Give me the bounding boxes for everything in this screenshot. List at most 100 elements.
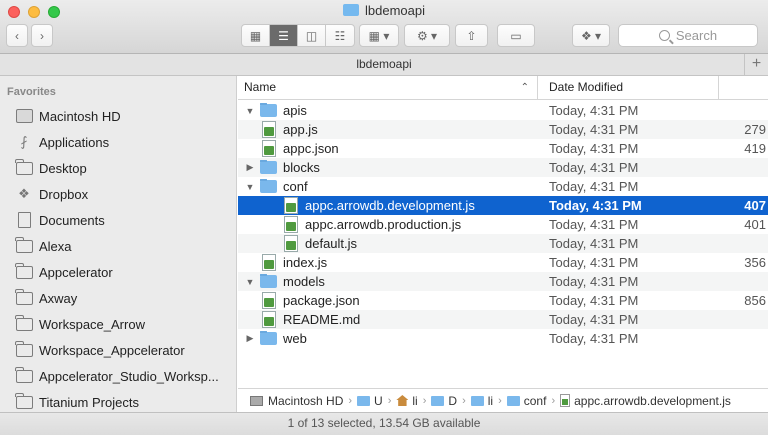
tab-title[interactable]: lbdemoapi <box>356 57 411 71</box>
sidebar-item[interactable]: Workspace_Appcelerator <box>0 337 236 363</box>
file-icon <box>284 235 298 252</box>
folder-icon <box>506 395 520 406</box>
dropbox-button[interactable]: ❖ ▾ <box>572 24 610 47</box>
file-icon <box>262 254 276 271</box>
file-row[interactable]: ▼ models Today, 4:31 PM <box>238 272 768 291</box>
folder-icon <box>15 392 33 410</box>
tags-button[interactable]: ▭ <box>497 24 535 47</box>
sidebar: Favorites Macintosh HD ⨏ Applications Deskt… <box>0 76 237 412</box>
path-item-home[interactable]: li <box>396 394 418 408</box>
file-icon <box>262 121 276 138</box>
file-row[interactable]: appc.json Today, 4:31 PM 419 <box>238 139 768 158</box>
status-bar: 1 of 13 selected, 13.54 GB available <box>0 412 768 435</box>
disclosure-collapsed-icon[interactable]: ▶ <box>244 333 256 344</box>
file-row[interactable]: appc.arrowdb.development.js Today, 4:31 P… <box>238 196 768 215</box>
file-row[interactable]: ▶ blocks Today, 4:31 PM <box>238 158 768 177</box>
disclosure-expanded-icon[interactable]: ▼ <box>244 277 256 287</box>
icon-view-button[interactable]: ▦ <box>242 25 270 46</box>
file-row[interactable]: package.json Today, 4:31 PM 856 <box>238 291 768 310</box>
file-date: Today, 4:31 PM <box>549 274 639 289</box>
new-tab-button[interactable]: + <box>744 54 768 75</box>
file-date: Today, 4:31 PM <box>549 217 639 232</box>
share-icon: ⇧ <box>466 28 477 43</box>
path-l-label: li <box>487 393 494 408</box>
sidebar-item-label: Workspace_Arrow <box>39 316 145 332</box>
sidebar-item[interactable]: Alexa <box>0 233 236 259</box>
column-header-date[interactable]: Date Modified <box>538 76 719 99</box>
disclosure-expanded-icon[interactable]: ▼ <box>244 106 256 116</box>
file-name: blocks <box>283 160 320 175</box>
folder-icon <box>260 331 277 345</box>
path-item-users[interactable]: U <box>357 394 383 408</box>
file-name-cell: index.js <box>238 254 538 271</box>
file-row[interactable]: ▼ apis Today, 4:31 PM <box>238 101 768 120</box>
file-list: Name ⌃ Date Modified ▼ apis Today, 4:31 PM a… <box>238 76 768 388</box>
file-name: appc.arrowdb.development.js <box>305 198 475 213</box>
window-title-text: lbdemoapi <box>365 3 425 18</box>
sidebar-item[interactable]: Axway <box>0 285 236 311</box>
applications-icon: ⨏ <box>20 134 28 149</box>
path-separator: › <box>387 394 392 407</box>
column-header-size[interactable] <box>719 76 768 99</box>
sidebar-heading: Favorites <box>7 86 56 98</box>
file-row[interactable]: ▶ web Today, 4:31 PM <box>238 329 768 348</box>
path-item-hd[interactable]: Macintosh HD <box>250 394 343 408</box>
path-item-l[interactable]: li <box>470 393 494 408</box>
sidebar-item[interactable]: Macintosh HD <box>0 103 236 129</box>
sidebar-item-label: Dropbox <box>39 186 89 202</box>
coverflow-view-button[interactable]: ☷ <box>326 25 354 46</box>
columns-icon: ◫ <box>305 28 318 43</box>
share-button[interactable]: ⇧ <box>455 24 488 47</box>
sidebar-item-label: Desktop <box>39 160 87 176</box>
file-size: 279 <box>744 122 766 137</box>
sidebar-item[interactable]: ⨏ Applications <box>0 129 236 155</box>
action-button[interactable]: ⚙ ▾ <box>404 24 450 47</box>
hard-drive-icon <box>15 108 33 124</box>
coverflow-icon: ☷ <box>334 28 346 43</box>
file-row[interactable]: README.md Today, 4:31 PM <box>238 310 768 329</box>
arrange-button[interactable]: ▦ ▾ <box>359 24 399 47</box>
desktop-icon <box>15 158 33 176</box>
back-button[interactable]: ‹ <box>6 24 28 47</box>
file-name-cell: appc.arrowdb.production.js <box>238 216 538 233</box>
sidebar-item[interactable]: ❖ Dropbox <box>0 181 236 207</box>
home-icon <box>396 395 409 406</box>
file-row[interactable]: app.js Today, 4:31 PM 279 <box>238 120 768 139</box>
file-size: 856 <box>744 293 766 308</box>
search-field[interactable]: Search <box>618 24 758 47</box>
column-header-name[interactable]: Name ⌃ <box>238 76 538 99</box>
folder-icon <box>15 314 33 332</box>
file-date: Today, 4:31 PM <box>549 122 639 137</box>
sidebar-item-label: Documents <box>39 212 105 228</box>
list-view-button[interactable]: ☰ <box>270 25 298 46</box>
sidebar-item[interactable]: Appcelerator <box>0 259 236 285</box>
path-item-d[interactable]: D <box>431 394 457 408</box>
file-name: conf <box>283 179 308 194</box>
folder-icon <box>470 395 484 406</box>
file-name: apis <box>283 103 307 118</box>
file-row[interactable]: ▼ conf Today, 4:31 PM <box>238 177 768 196</box>
folder-icon <box>343 4 359 16</box>
file-name: models <box>283 274 325 289</box>
file-row[interactable]: appc.arrowdb.production.js Today, 4:31 PM… <box>238 215 768 234</box>
file-row[interactable]: default.js Today, 4:31 PM <box>238 234 768 253</box>
sidebar-item[interactable]: Appcelerator_Studio_Worksp... <box>0 363 236 389</box>
disclosure-expanded-icon[interactable]: ▼ <box>244 182 256 192</box>
file-size: 401 <box>744 217 766 232</box>
column-view-button[interactable]: ◫ <box>298 25 326 46</box>
path-item-file[interactable]: appc.arrowdb.development.js <box>560 394 731 408</box>
file-date: Today, 4:31 PM <box>549 255 639 270</box>
file-row[interactable]: index.js Today, 4:31 PM 356 <box>238 253 768 272</box>
sidebar-item[interactable]: Desktop <box>0 155 236 181</box>
column-date-label: Date Modified <box>549 80 624 94</box>
file-date: Today, 4:31 PM <box>549 312 639 327</box>
path-users-label: U <box>374 393 383 408</box>
disclosure-collapsed-icon[interactable]: ▶ <box>244 162 256 173</box>
path-item-conf[interactable]: conf <box>506 394 546 408</box>
sidebar-item[interactable]: Titanium Projects <box>0 389 236 412</box>
file-date: Today, 4:31 PM <box>549 293 639 308</box>
sidebar-item[interactable]: Documents <box>0 207 236 233</box>
sidebar-item[interactable]: Workspace_Arrow <box>0 311 236 337</box>
forward-button[interactable]: › <box>31 24 53 47</box>
window-title: lbdemoapi <box>0 3 768 18</box>
